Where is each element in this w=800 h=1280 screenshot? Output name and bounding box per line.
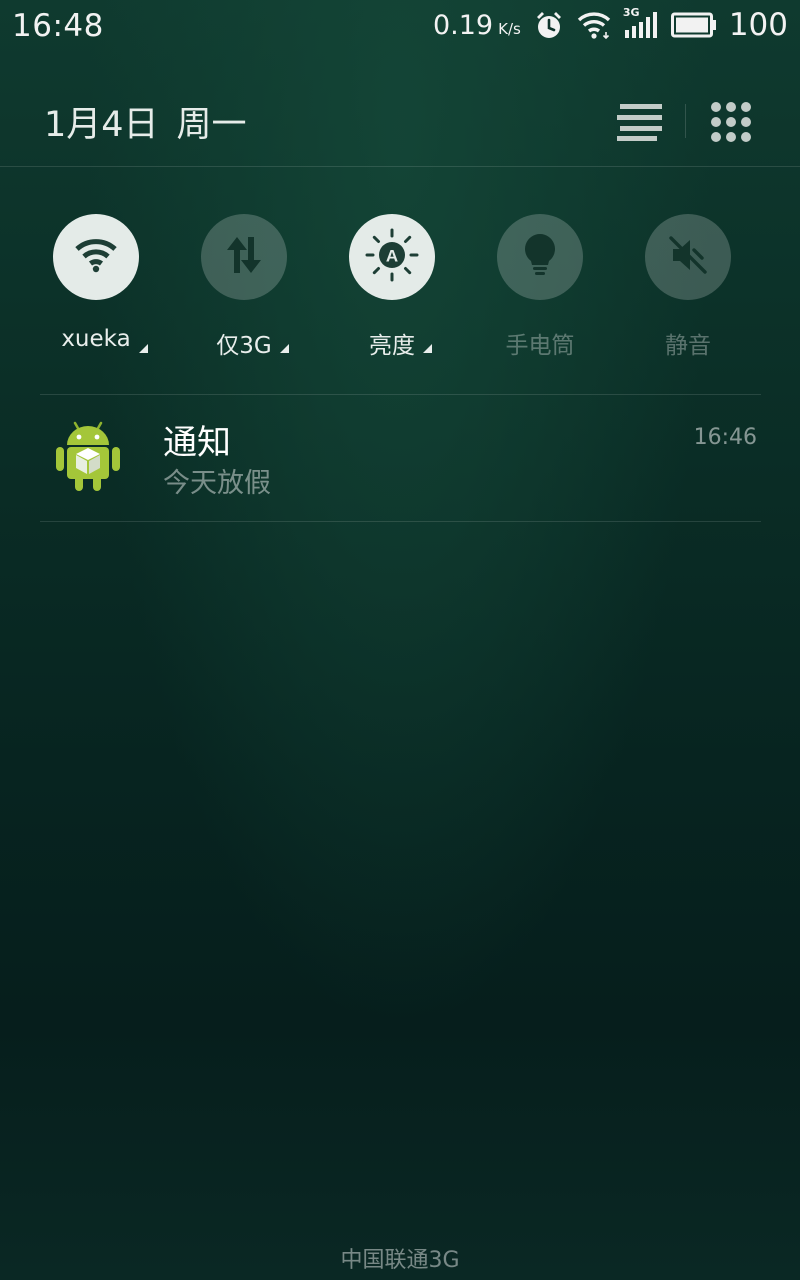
toggle-brightness-label: 亮度: [369, 326, 432, 359]
toggle-wifi[interactable]: xueka: [22, 214, 170, 364]
cell-signal-icon: 3G: [623, 6, 659, 40]
flashlight-icon: [520, 232, 560, 282]
toggle-wifi-label-text: xueka: [61, 326, 131, 352]
wifi-icon: [577, 10, 611, 40]
notification-time: 16:46: [693, 425, 757, 450]
toggle-mute[interactable]: 静音: [614, 214, 762, 364]
svg-text:A: A: [386, 247, 398, 266]
quick-settings-toggles: xueka 仅3G A 亮度 手电筒 静音: [22, 214, 762, 364]
shade-header: 1月4日 周一: [0, 76, 800, 167]
toggle-wifi-label: xueka: [61, 326, 148, 356]
android-app-icon: [54, 417, 122, 493]
toggle-mobile-data[interactable]: 仅3G: [170, 214, 318, 364]
date-text: 1月4日: [44, 105, 159, 145]
network-speed-unit: K/s: [498, 19, 521, 38]
network-speed: 0.19 K/s: [433, 10, 521, 41]
brightness-menu-caret[interactable]: [423, 344, 432, 353]
carrier-label: 中国联通3G: [340, 1248, 460, 1273]
toggle-flashlight-circle[interactable]: [497, 214, 583, 300]
notification-item[interactable]: 通知 今天放假 16:46: [40, 395, 761, 521]
wifi-menu-caret[interactable]: [138, 344, 148, 353]
status-time: 16:48: [12, 8, 104, 44]
toggle-mobile-data-label-text: 仅3G: [216, 333, 272, 359]
toggle-mobile-data-circle[interactable]: [201, 214, 287, 300]
status-bar: 16:48 0.19 K/s 3G 100: [0, 0, 800, 50]
mobile-data-menu-caret[interactable]: [279, 344, 289, 353]
toggle-mobile-data-label: 仅3G: [216, 326, 289, 359]
weekday-text: 周一: [176, 105, 247, 145]
battery-icon: [670, 12, 717, 38]
auto-brightness-icon: A: [364, 227, 420, 287]
toggle-flashlight[interactable]: 手电筒: [466, 214, 614, 364]
toggle-mute-circle[interactable]: [645, 214, 731, 300]
toggle-brightness[interactable]: A 亮度: [318, 214, 466, 364]
mute-icon: [667, 234, 709, 280]
toggle-flashlight-label: 手电筒: [505, 333, 575, 359]
toggle-wifi-circle[interactable]: [53, 214, 139, 300]
toggle-brightness-circle[interactable]: A: [349, 214, 435, 300]
toggle-brightness-label-text: 亮度: [369, 333, 415, 359]
notification-list-button[interactable]: [612, 96, 668, 152]
network-type-label: 3G: [622, 6, 640, 19]
grid-icon: [710, 101, 752, 147]
toggle-mute-label: 静音: [665, 333, 711, 359]
status-icons: 0.19 K/s 3G 100: [433, 6, 788, 44]
settings-grid-button[interactable]: [703, 96, 759, 152]
list-icon: [617, 102, 663, 146]
notification-body: 今天放假: [163, 468, 271, 499]
header-divider: [685, 104, 686, 138]
notification-title: 通知: [163, 423, 231, 463]
wifi-icon: [74, 237, 118, 277]
alarm-icon: [533, 9, 565, 41]
mobile-data-icon: [224, 233, 264, 281]
network-speed-value: 0.19: [432, 9, 494, 41]
battery-level: 100: [728, 7, 788, 43]
notification-divider-bottom: [40, 521, 761, 522]
date-display: 1月4日 周一: [44, 96, 247, 147]
